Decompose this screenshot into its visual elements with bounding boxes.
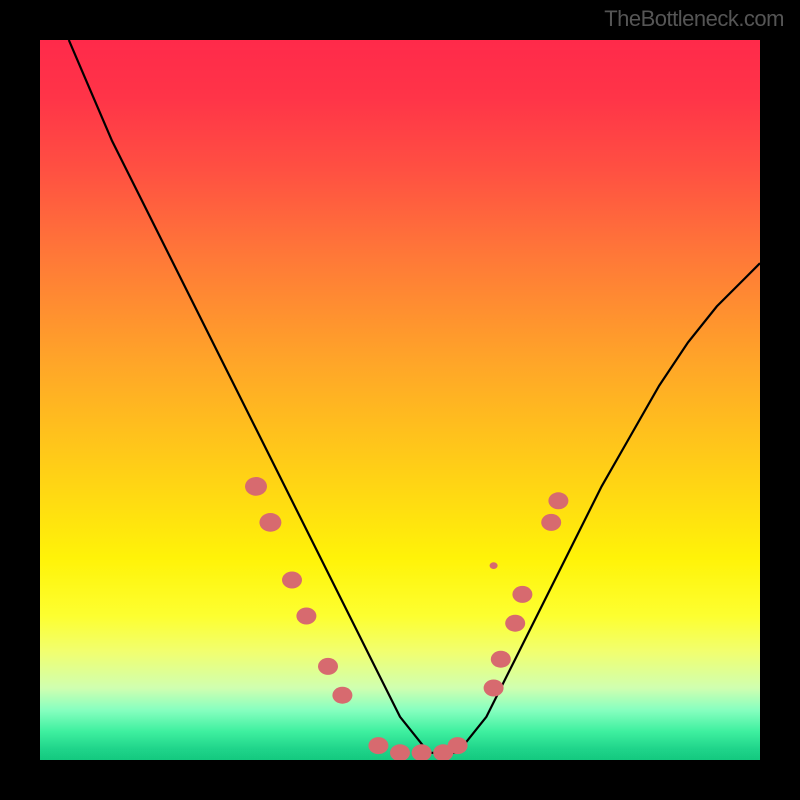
- data-marker: [448, 737, 468, 754]
- watermark-text: TheBottleneck.com: [604, 6, 784, 32]
- data-markers: [245, 477, 568, 760]
- data-marker: [412, 744, 432, 760]
- data-marker: [390, 744, 410, 760]
- curve-layer: [40, 40, 760, 760]
- data-marker: [245, 477, 267, 496]
- data-marker: [512, 586, 532, 603]
- data-marker: [548, 492, 568, 509]
- data-marker: [318, 658, 338, 675]
- data-marker: [296, 608, 316, 625]
- data-marker: [332, 687, 352, 704]
- plot-area: [40, 40, 760, 760]
- data-marker: [484, 680, 504, 697]
- data-marker: [491, 651, 511, 668]
- data-marker: [490, 562, 498, 569]
- data-marker: [505, 615, 525, 632]
- data-marker: [368, 737, 388, 754]
- data-marker: [541, 514, 561, 531]
- chart-root: TheBottleneck.com: [0, 0, 800, 800]
- bottleneck-curve: [69, 40, 760, 753]
- data-marker: [259, 513, 281, 532]
- data-marker: [282, 572, 302, 589]
